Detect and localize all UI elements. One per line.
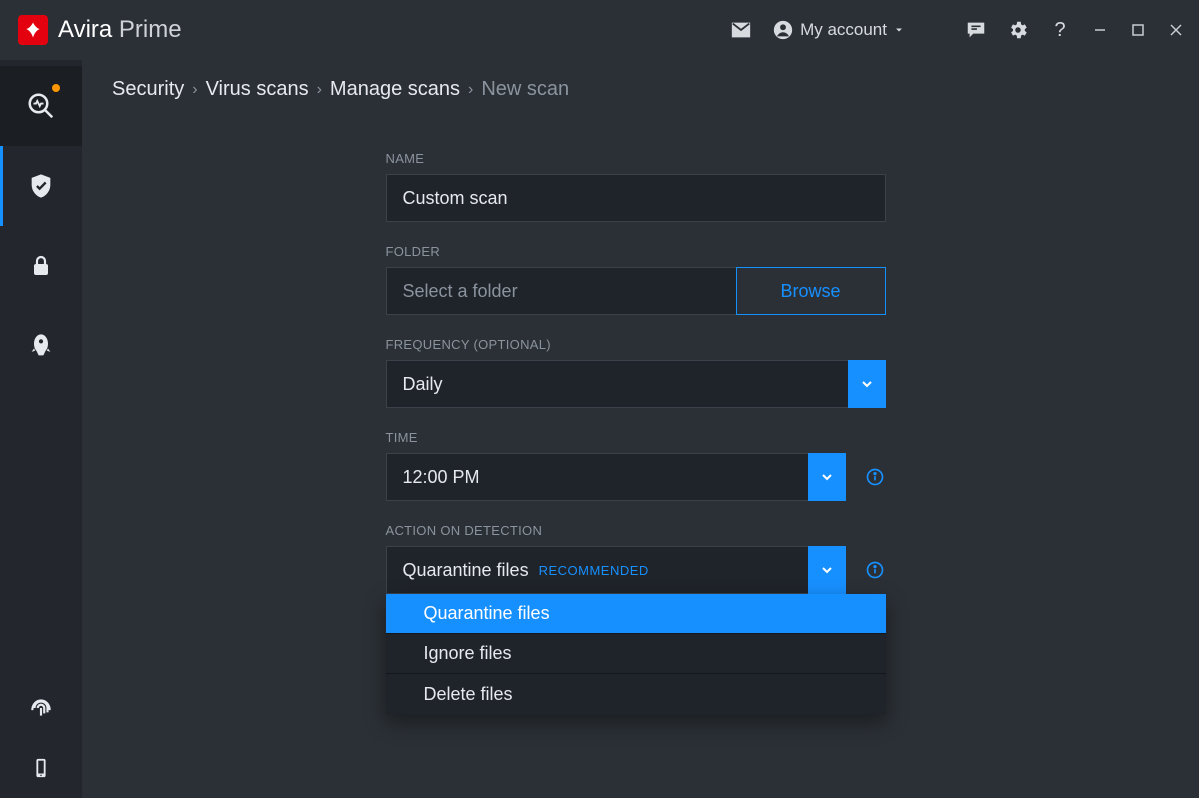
mail-icon[interactable] (730, 19, 752, 41)
name-input[interactable] (403, 188, 869, 209)
sidebar-item-status[interactable] (0, 66, 82, 146)
frequency-select[interactable]: Daily (386, 360, 886, 408)
chevron-right-icon: › (317, 81, 322, 99)
help-icon[interactable]: ? (1049, 19, 1071, 41)
action-select[interactable]: Quarantine files RECOMMENDED Quarantine … (386, 546, 846, 594)
breadcrumb-manage-scans[interactable]: Manage scans (330, 78, 460, 101)
action-dropdown-panel: Quarantine files Ignore files Delete fil… (386, 594, 886, 714)
time-info-icon[interactable] (864, 466, 886, 488)
sidebar-item-performance[interactable] (0, 306, 82, 386)
user-icon (772, 19, 794, 41)
info-icon (865, 560, 885, 580)
action-option-delete[interactable]: Delete files (386, 674, 886, 714)
avira-logo-icon (18, 15, 48, 45)
chevron-down-icon (893, 24, 905, 36)
browse-button[interactable]: Browse (736, 267, 886, 315)
time-value: 12:00 PM (403, 467, 480, 488)
rocket-icon (27, 332, 55, 360)
chevron-down-icon (819, 562, 835, 578)
account-label: My account (800, 20, 887, 40)
frequency-value: Daily (403, 374, 443, 395)
scan-form: NAME FOLDER Select a folder Browse FREQ (386, 151, 886, 688)
time-chevron[interactable] (808, 453, 846, 501)
brand-name: Avira (58, 16, 112, 43)
close-icon[interactable] (1167, 21, 1185, 39)
folder-field[interactable]: Select a folder (386, 267, 736, 315)
brand-text: Avira Prime (58, 16, 182, 44)
titlebar: Avira Prime My account ? (0, 0, 1199, 60)
action-label: ACTION ON DETECTION (386, 523, 886, 538)
chevron-down-icon (859, 376, 875, 392)
sidebar-item-identity[interactable] (0, 678, 82, 738)
name-field[interactable] (386, 174, 886, 222)
feedback-icon[interactable] (965, 19, 987, 41)
action-value: Quarantine files (403, 560, 529, 581)
sidebar-item-mobile[interactable] (0, 738, 82, 798)
folder-placeholder: Select a folder (403, 281, 518, 302)
brand-block: Avira Prime (0, 15, 182, 45)
frequency-label: FREQUENCY (OPTIONAL) (386, 337, 886, 352)
folder-label: FOLDER (386, 244, 886, 259)
sidebar-item-privacy[interactable] (0, 226, 82, 306)
chevron-right-icon: › (468, 81, 473, 99)
maximize-icon[interactable] (1129, 21, 1147, 39)
time-label: TIME (386, 430, 886, 445)
account-dropdown[interactable]: My account (772, 19, 905, 41)
breadcrumb-current: New scan (481, 78, 569, 101)
action-option-quarantine[interactable]: Quarantine files (386, 594, 886, 634)
chevron-down-icon (819, 469, 835, 485)
sidebar-item-security[interactable] (0, 146, 82, 226)
minimize-icon[interactable] (1091, 21, 1109, 39)
alert-badge-icon (52, 84, 60, 92)
magnifier-pulse-icon (26, 91, 56, 121)
time-select[interactable]: 12:00 PM (386, 453, 846, 501)
breadcrumb: Security › Virus scans › Manage scans › … (112, 78, 1159, 101)
breadcrumb-security[interactable]: Security (112, 78, 184, 101)
action-info-icon[interactable] (864, 559, 886, 581)
titlebar-right: My account ? (730, 19, 1185, 41)
recommended-badge: RECOMMENDED (539, 563, 649, 578)
brand-suffix: Prime (119, 16, 182, 43)
action-chevron[interactable] (808, 546, 846, 594)
main-content: Security › Virus scans › Manage scans › … (82, 60, 1199, 798)
shield-icon (27, 172, 55, 200)
phone-icon (30, 757, 52, 779)
info-icon (865, 467, 885, 487)
lock-icon (29, 254, 53, 278)
fingerprint-icon (28, 695, 54, 721)
gear-icon[interactable] (1007, 19, 1029, 41)
action-option-ignore[interactable]: Ignore files (386, 634, 886, 674)
chevron-right-icon: › (192, 81, 197, 99)
sidebar (0, 60, 82, 798)
name-label: NAME (386, 151, 886, 166)
frequency-chevron[interactable] (848, 360, 886, 408)
breadcrumb-virus-scans[interactable]: Virus scans (206, 78, 309, 101)
